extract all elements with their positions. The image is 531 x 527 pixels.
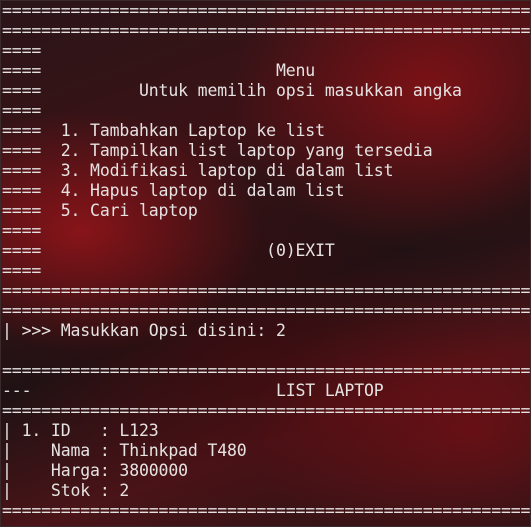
menu-option-2: ==== 2. Tampilkan list laptop yang terse… (2, 141, 433, 160)
menu-blank-line: ==== ==== (2, 261, 42, 280)
menu-blank-line: ==== ==== (2, 41, 42, 60)
menu-option-5: ==== 5. Cari laptop ==== (2, 201, 198, 220)
border-line: ========================================… (2, 21, 531, 40)
border-line: ========================================… (2, 501, 531, 520)
border-line: ========================================… (2, 1, 531, 20)
menu-title: ==== Menu ==== (2, 61, 316, 80)
menu-option-4: ==== 4. Hapus laptop di dalam list ==== (2, 181, 345, 200)
option-prompt[interactable]: | >>> Masukkan Opsi disini: 2 (2, 321, 530, 341)
terminal-output: ========================================… (2, 1, 531, 521)
menu-subtitle: ==== Untuk memilih opsi masukkan angka =… (2, 81, 462, 100)
border-line: ========================================… (2, 401, 531, 420)
border-line: ========================================… (2, 361, 531, 380)
laptop-harga-row: | Harga: 3800000 (2, 461, 188, 480)
laptop-nama-row: | Nama : Thinkpad T480 (2, 441, 247, 460)
list-header: --- LIST LAPTOP --- (2, 381, 384, 400)
border-line: ========================================… (2, 281, 531, 300)
laptop-id-row: | 1. ID : L123 (2, 421, 159, 440)
menu-blank-line: ==== ==== (2, 221, 42, 240)
terminal-window[interactable]: ========================================… (0, 0, 531, 527)
menu-option-1: ==== 1. Tambahkan Laptop ke list ==== (2, 121, 325, 140)
border-line: ========================================… (2, 301, 531, 320)
menu-blank-line: ==== ==== (2, 101, 42, 120)
menu-option-3: ==== 3. Modifikasi laptop di dalam list … (2, 161, 394, 180)
laptop-stok-row: | Stok : 2 (2, 481, 130, 500)
menu-exit-option: ==== (0)EXIT ==== (2, 241, 335, 260)
